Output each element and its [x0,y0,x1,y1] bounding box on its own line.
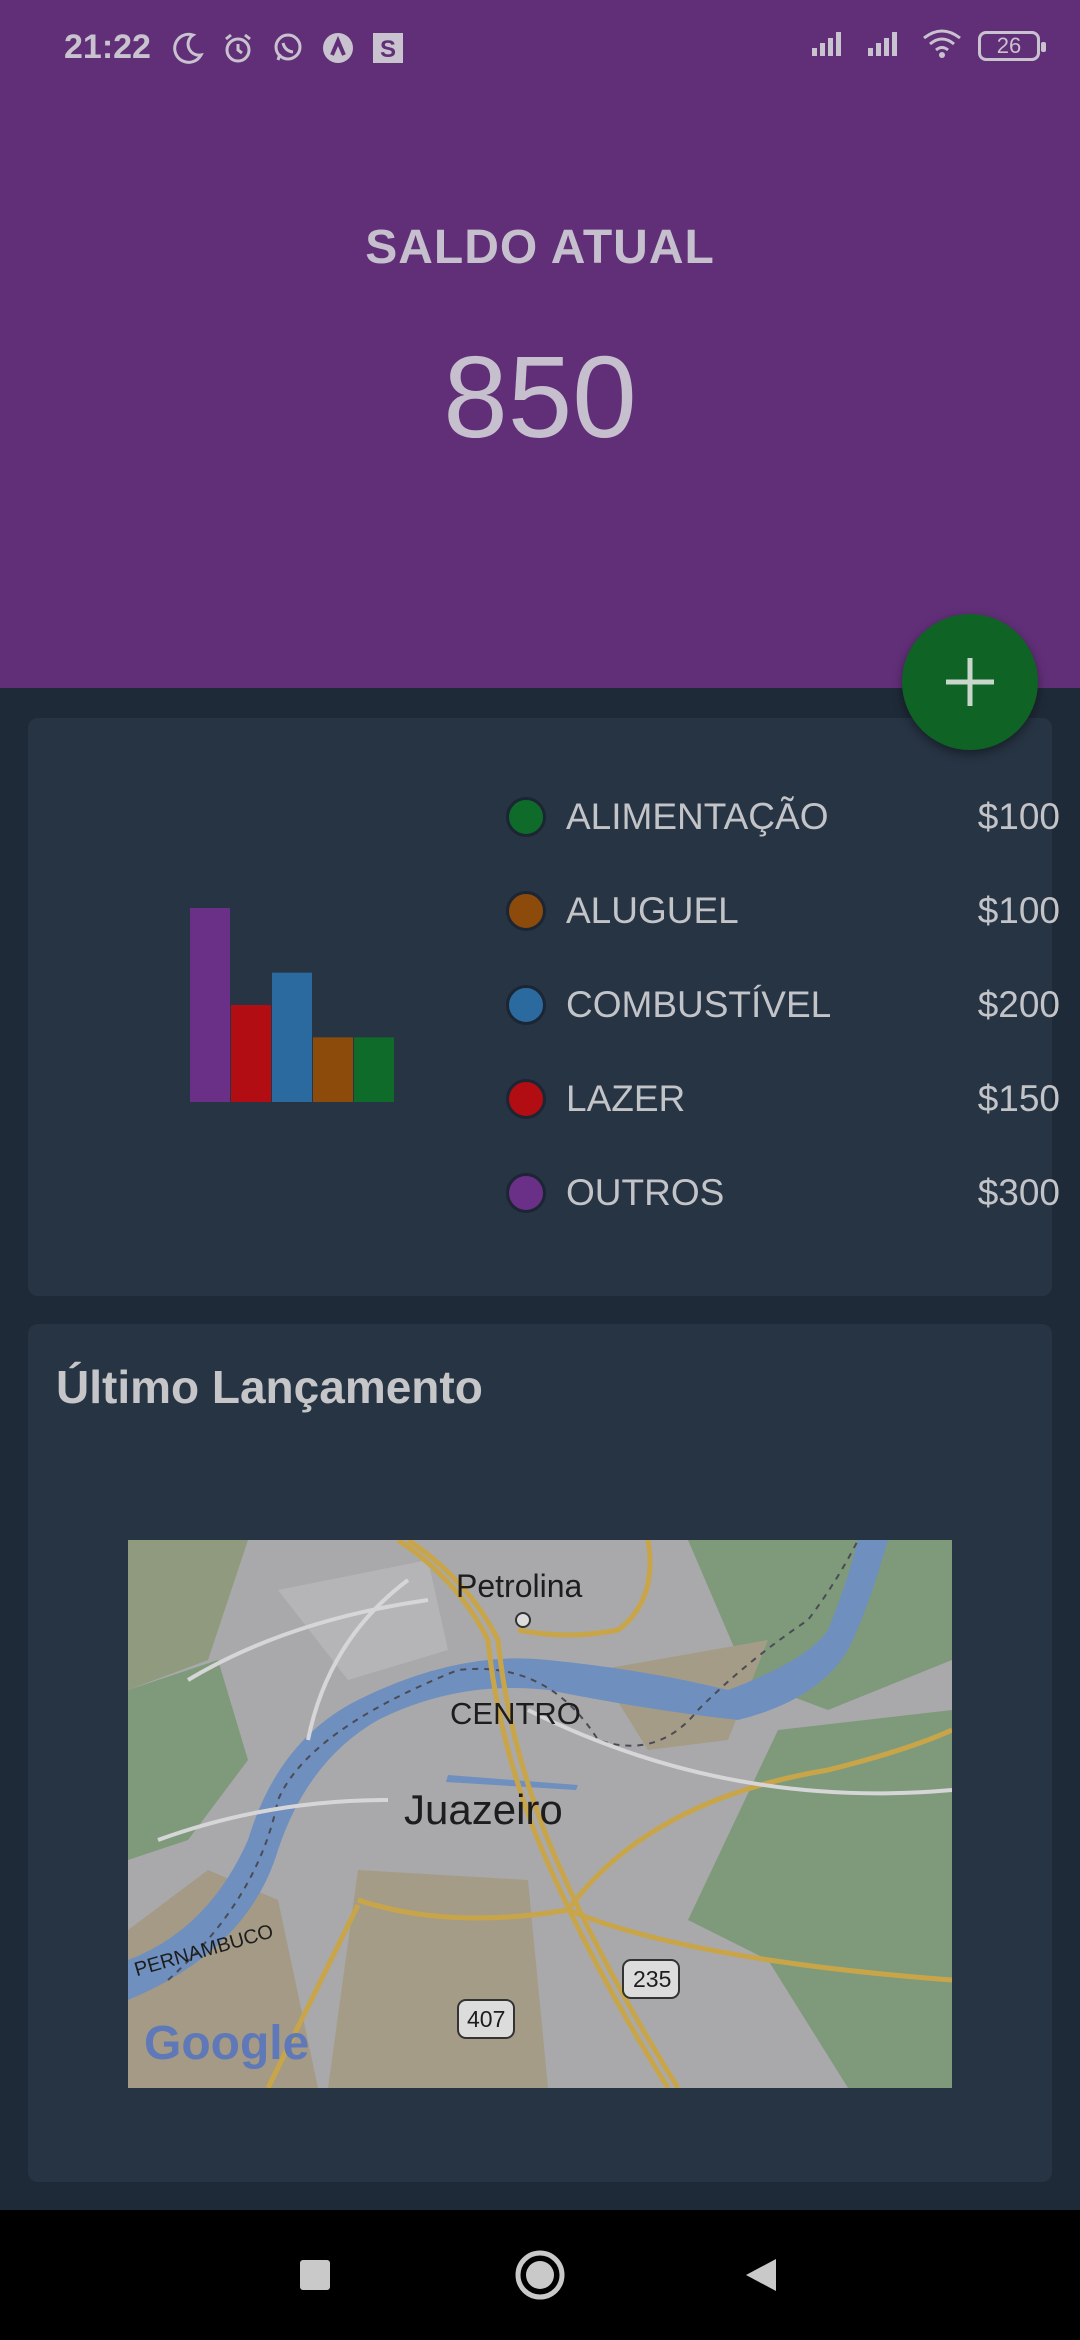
legend-item-lazer: LAZER $150 [476,1052,1060,1146]
legend-item-aluguel: ALUGUEL $100 [476,864,1060,958]
system-icons: 26 [810,28,1046,63]
bar-alimentação [354,1037,394,1102]
recents-button[interactable] [280,2210,350,2340]
plus-icon [946,658,994,706]
legend-item-outros: OUTROS $300 [476,1146,1060,1240]
legend-label: ALIMENTAÇÃO [566,796,829,837]
legend-label: OUTROS [566,1172,725,1213]
back-triangle-icon [746,2259,776,2291]
home-button[interactable] [500,2210,580,2340]
legend-label: ALUGUEL [566,890,739,931]
legend-amount: $300 [977,1172,1060,1213]
expenses-card: ALIMENTAÇÃO $100 ALUGUEL $100 COMBUSTÍVE… [28,718,1060,1296]
status-time: 21:22 [64,28,151,66]
app-s-icon: S [370,30,406,66]
legend-color-dot [506,797,546,837]
legend-amount: $100 [977,796,1060,837]
expenses-bar-chart [190,908,394,1102]
legend-color-dot [506,985,546,1025]
svg-text:S: S [380,36,396,63]
road-shield-235: 235 [633,1966,672,1992]
legend-color-dot [506,1173,546,1213]
status-bar: 21:22 S 26 [0,0,1080,100]
whatsapp-icon [270,30,306,66]
signal-icon [810,28,850,63]
legend-color-dot [506,891,546,931]
legend-amount: $200 [977,984,1060,1025]
wifi-icon [922,28,962,63]
add-entry-button[interactable] [902,614,1038,750]
map-label-petrolina: Petrolina [456,1568,583,1604]
legend-label: COMBUSTÍVEL [566,984,832,1025]
home-circle-icon [515,2250,565,2300]
map-label-centro: CENTRO [450,1696,581,1731]
bar-combustível [272,972,312,1102]
app-a-icon [320,30,356,66]
balance-label: SALDO ATUAL [365,221,715,274]
legend-amount: $150 [977,1078,1060,1119]
back-button[interactable] [725,2210,795,2340]
legend: ALIMENTAÇÃO $100 ALUGUEL $100 COMBUSTÍVE… [476,770,1060,1240]
notification-icons: S [170,30,406,66]
card-title: Último Lançamento [56,1361,483,1413]
bar-lazer [231,1005,271,1102]
legend-label: LAZER [566,1078,686,1119]
moon-icon [170,30,206,66]
legend-amount: $100 [977,890,1060,931]
google-logo: Google [144,2017,310,2070]
battery-icon: 26 [978,30,1046,61]
legend-item-alimentacao: ALIMENTAÇÃO $100 [476,770,1060,864]
last-entry-card: Último Lançamento Petrolina CENTRO Juaze… [28,1324,1052,2182]
legend-color-dot [506,1079,546,1119]
signal-icon [866,28,906,63]
balance-value: 850 [443,332,637,462]
location-map[interactable]: Petrolina CENTRO Juazeiro PERNAMBUCO 407… [128,1540,952,2088]
bar-outros [190,908,230,1102]
alarm-icon [220,30,256,66]
header: 21:22 S 26 SALDO ATUAL 850 [0,0,1080,688]
map-label-juazeiro: Juazeiro [404,1786,563,1833]
recents-square-icon [300,2260,330,2290]
road-shield-407: 407 [467,2006,506,2032]
bar-aluguel [313,1037,353,1102]
legend-item-combustivel: COMBUSTÍVEL $200 [476,958,1060,1052]
navigation-bar [0,2210,1080,2340]
